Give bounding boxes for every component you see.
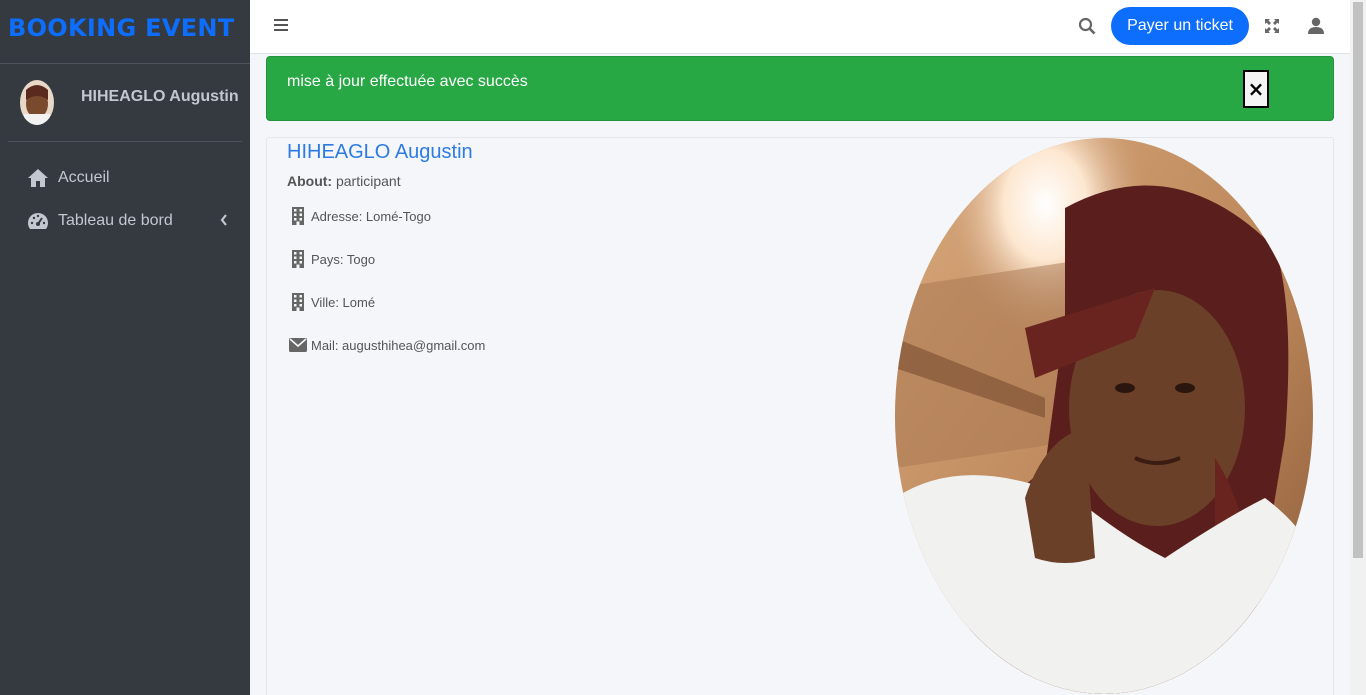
profile-name: HIHEAGLO Augustin	[287, 141, 473, 163]
profile-about: About: participant	[287, 173, 401, 189]
top-navbar: Payer un ticket	[250, 0, 1350, 54]
menu-toggle-icon[interactable]	[274, 18, 288, 37]
sidebar-item-tableau-de-bord[interactable]: Tableau de bord	[8, 199, 242, 242]
address-row: Adresse: Lomé-Togo	[289, 207, 431, 225]
brand-link[interactable]: BOOKING EVENT	[0, 0, 250, 64]
mail-text: Mail: augusthihea@gmail.com	[311, 337, 486, 353]
sidebar: BOOKING EVENT HIHEAGLO Augustin Accueil …	[0, 0, 250, 695]
city-row: Ville: Lomé	[289, 293, 375, 311]
sidebar-nav: Accueil Tableau de bord	[8, 156, 242, 242]
envelope-icon	[289, 336, 307, 354]
city-text: Ville: Lomé	[311, 294, 376, 310]
tachometer-icon	[27, 210, 49, 232]
building-icon	[289, 207, 307, 225]
search-icon[interactable]	[1078, 17, 1096, 40]
home-icon	[27, 167, 49, 189]
alert-close-button[interactable]: ×	[1243, 70, 1269, 108]
user-icon[interactable]	[1308, 17, 1324, 40]
address-text: Adresse: Lomé-Togo	[311, 208, 431, 224]
brand-title: BOOKING EVENT	[8, 14, 235, 42]
scrollbar-thumb[interactable]	[1353, 2, 1363, 558]
mail-row: Mail: augusthihea@gmail.com	[289, 336, 485, 354]
building-icon	[289, 250, 307, 268]
avatar[interactable]	[20, 80, 54, 125]
country-row: Pays: Togo	[289, 250, 375, 268]
sidebar-user-name[interactable]: HIHEAGLO Augustin	[81, 88, 239, 106]
user-panel: HIHEAGLO Augustin	[8, 64, 242, 142]
profile-photo	[895, 138, 1313, 694]
pay-ticket-button[interactable]: Payer un ticket	[1111, 7, 1249, 45]
sidebar-item-label: Tableau de bord	[58, 211, 173, 229]
profile-card: HIHEAGLO Augustin About: participant Adr…	[266, 137, 1334, 695]
sidebar-item-accueil[interactable]: Accueil	[8, 156, 242, 199]
sidebar-item-label: Accueil	[58, 168, 110, 186]
fullscreen-icon[interactable]	[1264, 18, 1280, 39]
country-text: Pays: Togo	[311, 251, 376, 267]
scrollbar[interactable]	[1350, 0, 1366, 695]
success-alert: mise à jour effectuée avec succès ×	[266, 56, 1334, 121]
alert-message: mise à jour effectuée avec succès	[287, 73, 528, 90]
building-icon	[289, 293, 307, 311]
about-value: participant	[335, 173, 401, 189]
about-label: About:	[287, 173, 333, 189]
chevron-left-icon	[220, 213, 228, 231]
